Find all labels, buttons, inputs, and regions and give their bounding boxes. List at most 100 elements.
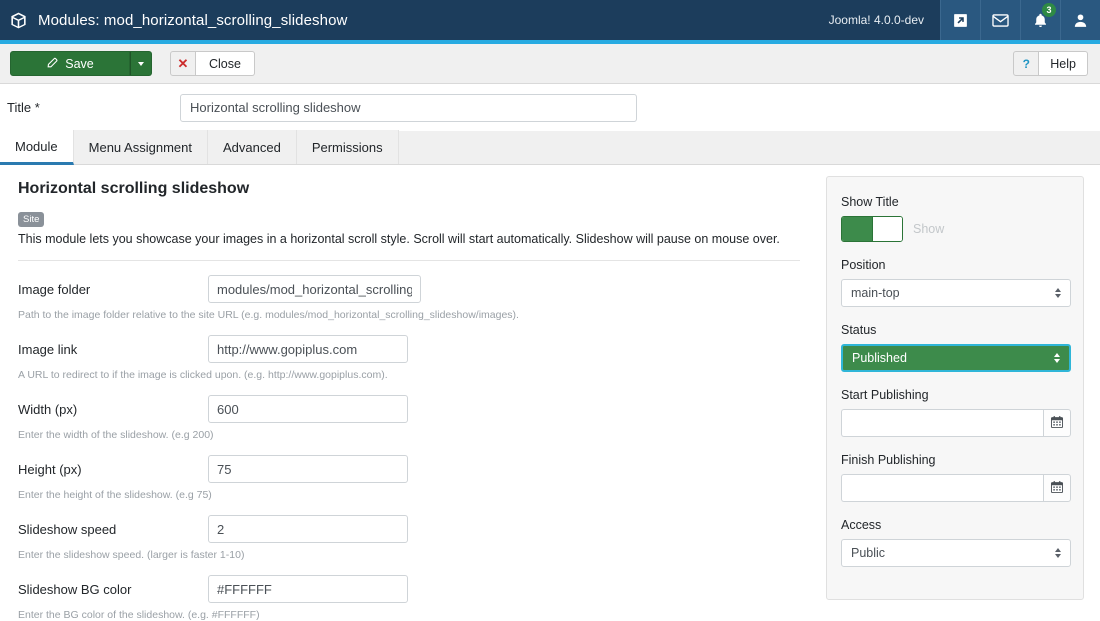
show-title-toggle-text: Show xyxy=(913,222,945,236)
field-image-folder-label: Image folder xyxy=(18,281,91,297)
tab-module[interactable]: Module xyxy=(0,130,74,165)
toolbar: Save ✕ Close ? Help xyxy=(0,44,1100,84)
envelope-icon xyxy=(991,11,1010,30)
toggle-off-half xyxy=(871,217,902,241)
position-value: main-top xyxy=(851,286,900,300)
field-slideshow-speed: Slideshow speed xyxy=(18,501,800,543)
field-width: Width (px) xyxy=(18,381,800,423)
sidebar-panel: Show Title Show Position main-top Status xyxy=(826,176,1084,600)
field-image-link-help: A URL to redirect to if the image is cli… xyxy=(18,369,388,381)
field-slideshow-speed-help: Enter the slideshow speed. (larger is fa… xyxy=(18,549,245,561)
field-width-help: Enter the width of the slideshow. (e.g 2… xyxy=(18,429,214,441)
module-heading: Horizontal scrolling slideshow xyxy=(18,180,250,197)
show-title-label: Show Title xyxy=(841,195,899,209)
field-image-link-label: Image link xyxy=(18,341,78,357)
title-label: Title * xyxy=(7,100,40,115)
position-select[interactable]: main-top xyxy=(841,279,1071,307)
status-badge: Site xyxy=(18,212,45,227)
finish-publishing-field xyxy=(841,474,1071,502)
access-label: Access xyxy=(841,518,882,532)
access-group: Access Public xyxy=(841,518,1071,567)
status-value: Published xyxy=(852,351,907,365)
field-height: Height (px) xyxy=(18,441,800,483)
save-button[interactable]: Save xyxy=(10,51,130,76)
chevron-updown-icon xyxy=(1054,353,1060,363)
module-settings-panel: Horizontal scrolling slideshow Site This… xyxy=(0,166,818,621)
calendar-icon xyxy=(1050,480,1064,497)
position-group: Position main-top xyxy=(841,258,1071,307)
field-bg-color-label: Slideshow BG color xyxy=(18,581,132,597)
tab-permissions-label: Permissions xyxy=(311,139,383,155)
field-slideshow-speed-label: Slideshow speed xyxy=(18,521,117,537)
chevron-updown-icon xyxy=(1055,288,1061,298)
page-title: Modules: mod_horizontal_scrolling_slides… xyxy=(38,11,348,29)
width-input[interactable] xyxy=(208,395,408,423)
module-description: This module lets you showcase your image… xyxy=(18,232,780,246)
start-publishing-calendar-button[interactable] xyxy=(1043,409,1071,437)
finish-publishing-group: Finish Publishing xyxy=(841,453,1071,502)
save-button-label: Save xyxy=(65,56,94,71)
show-title-switcher: Show xyxy=(841,216,1069,242)
status-label: Status xyxy=(841,323,877,337)
field-image-folder: Image folder xyxy=(18,261,800,303)
start-publishing-field xyxy=(841,409,1071,437)
height-input[interactable] xyxy=(208,455,408,483)
access-select[interactable]: Public xyxy=(841,539,1071,567)
toolbar-left: Save ✕ Close xyxy=(0,51,255,76)
show-title-toggle[interactable] xyxy=(841,216,903,242)
field-bg-color: Slideshow BG color xyxy=(18,561,800,603)
tab-menu-assignment-label: Menu Assignment xyxy=(88,139,192,155)
external-link-icon xyxy=(952,12,969,29)
slideshow-speed-input[interactable] xyxy=(208,515,408,543)
preview-site-button[interactable] xyxy=(940,0,980,40)
calendar-icon xyxy=(1050,415,1064,432)
edit-pencil-icon xyxy=(46,56,59,72)
position-label: Position xyxy=(841,258,886,272)
title-row: Title * xyxy=(0,85,1100,130)
messages-button[interactable] xyxy=(980,0,1020,40)
tab-module-label: Module xyxy=(15,138,58,154)
status-select[interactable]: Published xyxy=(841,344,1071,372)
field-width-label: Width (px) xyxy=(18,401,78,417)
chevron-updown-icon xyxy=(1055,548,1061,558)
notifications-button[interactable]: 3 xyxy=(1020,0,1060,40)
close-button-label: Close xyxy=(209,56,241,71)
start-publishing-group: Start Publishing xyxy=(841,388,1071,437)
chevron-down-icon xyxy=(138,61,144,66)
main-content: Horizontal scrolling slideshow Site This… xyxy=(0,166,1100,621)
cube-icon xyxy=(9,11,28,30)
close-button[interactable]: Close xyxy=(196,51,255,76)
save-dropdown-button[interactable] xyxy=(130,51,152,76)
toolbar-right: ? Help xyxy=(1013,51,1100,76)
help-button[interactable]: Help xyxy=(1039,51,1088,76)
status-group: Status Published xyxy=(841,323,1071,372)
app-header: Modules: mod_horizontal_scrolling_slides… xyxy=(0,0,1100,40)
close-x-icon[interactable]: ✕ xyxy=(170,51,196,76)
image-link-input[interactable] xyxy=(208,335,408,363)
toggle-on-half xyxy=(842,217,872,241)
header-brand: Modules: mod_horizontal_scrolling_slides… xyxy=(0,0,813,40)
field-bg-color-help: Enter the BG color of the slideshow. (e.… xyxy=(18,609,260,621)
start-publishing-label: Start Publishing xyxy=(841,388,929,402)
finish-publishing-calendar-button[interactable] xyxy=(1043,474,1071,502)
field-image-folder-help: Path to the image folder relative to the… xyxy=(18,309,519,321)
notification-badge: 3 xyxy=(1042,3,1056,17)
tab-bar: Module Menu Assignment Advanced Permissi… xyxy=(0,130,1100,165)
finish-publishing-input[interactable] xyxy=(841,474,1043,502)
help-button-label: Help xyxy=(1050,56,1076,71)
tab-advanced-label: Advanced xyxy=(222,139,281,155)
access-value: Public xyxy=(851,546,886,560)
bg-color-input[interactable] xyxy=(208,575,408,603)
tab-advanced[interactable]: Advanced xyxy=(207,130,297,164)
title-input[interactable] xyxy=(180,93,637,122)
show-title-group: Show Title Show xyxy=(841,195,1069,242)
question-mark-icon[interactable]: ? xyxy=(1013,51,1040,76)
finish-publishing-label: Finish Publishing xyxy=(841,453,936,467)
tab-menu-assignment[interactable]: Menu Assignment xyxy=(73,130,208,164)
joomla-version: Joomla! 4.0.0-dev xyxy=(828,13,924,27)
tab-permissions[interactable]: Permissions xyxy=(296,130,399,164)
image-folder-input[interactable] xyxy=(208,275,421,303)
field-image-link: Image link xyxy=(18,321,800,363)
start-publishing-input[interactable] xyxy=(841,409,1043,437)
user-menu-button[interactable] xyxy=(1060,0,1100,40)
